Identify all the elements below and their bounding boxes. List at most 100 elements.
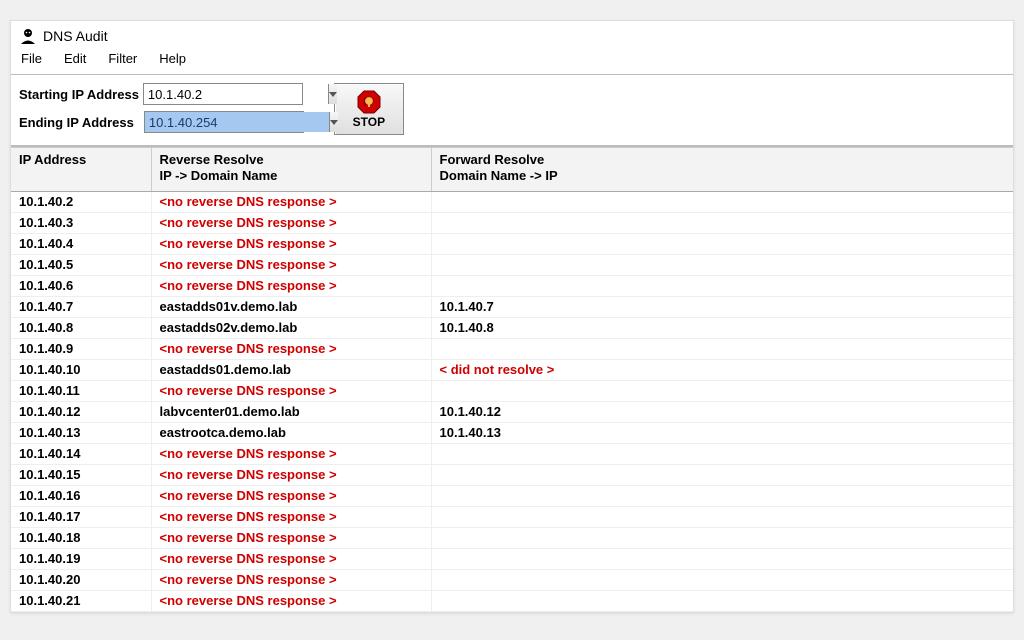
cell-forward [431, 485, 1013, 506]
menubar: File Edit Filter Help [11, 47, 1013, 75]
table-row[interactable]: 10.1.40.3<no reverse DNS response > [11, 212, 1013, 233]
table-row[interactable]: 10.1.40.5<no reverse DNS response > [11, 254, 1013, 275]
table-row[interactable]: 10.1.40.4<no reverse DNS response > [11, 233, 1013, 254]
cell-reverse: <no reverse DNS response > [151, 191, 431, 212]
cell-ip: 10.1.40.17 [11, 506, 151, 527]
table-row[interactable]: 10.1.40.8eastadds02v.demo.lab10.1.40.8 [11, 317, 1013, 338]
stop-button[interactable]: STOP [334, 83, 404, 135]
cell-reverse: <no reverse DNS response > [151, 212, 431, 233]
table-row[interactable]: 10.1.40.18<no reverse DNS response > [11, 527, 1013, 548]
chevron-down-icon[interactable] [328, 84, 337, 104]
cell-forward: 10.1.40.13 [431, 422, 1013, 443]
cell-reverse: eastadds02v.demo.lab [151, 317, 431, 338]
menu-edit[interactable]: Edit [62, 49, 88, 68]
menu-help[interactable]: Help [157, 49, 188, 68]
cell-forward [431, 443, 1013, 464]
cell-ip: 10.1.40.8 [11, 317, 151, 338]
stop-button-label: STOP [353, 115, 385, 129]
cell-ip: 10.1.40.5 [11, 254, 151, 275]
cell-forward: 10.1.40.12 [431, 401, 1013, 422]
cell-forward [431, 338, 1013, 359]
cell-ip: 10.1.40.15 [11, 464, 151, 485]
col-header-forward-sub: Domain Name -> IP [440, 168, 558, 183]
cell-ip: 10.1.40.6 [11, 275, 151, 296]
cell-forward [431, 569, 1013, 590]
starting-ip-label: Starting IP Address [19, 87, 139, 102]
ending-ip-combo[interactable] [144, 111, 304, 133]
cell-ip: 10.1.40.7 [11, 296, 151, 317]
cell-forward [431, 233, 1013, 254]
table-row[interactable]: 10.1.40.20<no reverse DNS response > [11, 569, 1013, 590]
col-header-forward-title: Forward Resolve [440, 152, 545, 167]
table-row[interactable]: 10.1.40.14<no reverse DNS response > [11, 443, 1013, 464]
cell-reverse: labvcenter01.demo.lab [151, 401, 431, 422]
cell-reverse: eastadds01.demo.lab [151, 359, 431, 380]
cell-ip: 10.1.40.12 [11, 401, 151, 422]
col-header-reverse[interactable]: Reverse Resolve IP -> Domain Name [151, 148, 431, 192]
stop-icon [357, 90, 381, 114]
starting-ip-combo[interactable] [143, 83, 303, 105]
table-row[interactable]: 10.1.40.2<no reverse DNS response > [11, 191, 1013, 212]
cell-ip: 10.1.40.4 [11, 233, 151, 254]
col-header-reverse-title: Reverse Resolve [160, 152, 264, 167]
table-row[interactable]: 10.1.40.10eastadds01.demo.lab< did not r… [11, 359, 1013, 380]
cell-reverse: eastadds01v.demo.lab [151, 296, 431, 317]
col-header-reverse-sub: IP -> Domain Name [160, 168, 278, 183]
cell-ip: 10.1.40.11 [11, 380, 151, 401]
ip-range-form: Starting IP Address Ending IP Address [19, 83, 304, 133]
cell-forward [431, 191, 1013, 212]
cell-reverse: <no reverse DNS response > [151, 338, 431, 359]
table-row[interactable]: 10.1.40.15<no reverse DNS response > [11, 464, 1013, 485]
col-header-ip-label: IP Address [19, 152, 86, 167]
titlebar: DNS Audit [11, 21, 1013, 47]
cell-forward [431, 464, 1013, 485]
cell-forward [431, 212, 1013, 233]
toolbar: Starting IP Address Ending IP Address [11, 75, 1013, 147]
ending-ip-input[interactable] [145, 112, 329, 132]
cell-forward [431, 254, 1013, 275]
table-row[interactable]: 10.1.40.9<no reverse DNS response > [11, 338, 1013, 359]
cell-forward [431, 506, 1013, 527]
cell-ip: 10.1.40.20 [11, 569, 151, 590]
ending-ip-label: Ending IP Address [19, 115, 134, 130]
menu-file[interactable]: File [19, 49, 44, 68]
cell-reverse: <no reverse DNS response > [151, 590, 431, 611]
table-row[interactable]: 10.1.40.21<no reverse DNS response > [11, 590, 1013, 611]
table-row[interactable]: 10.1.40.17<no reverse DNS response > [11, 506, 1013, 527]
table-row[interactable]: 10.1.40.7eastadds01v.demo.lab10.1.40.7 [11, 296, 1013, 317]
cell-ip: 10.1.40.21 [11, 590, 151, 611]
app-window: DNS Audit File Edit Filter Help Starting… [10, 20, 1014, 613]
cell-reverse: <no reverse DNS response > [151, 485, 431, 506]
table-row[interactable]: 10.1.40.16<no reverse DNS response > [11, 485, 1013, 506]
cell-reverse: <no reverse DNS response > [151, 506, 431, 527]
cell-reverse: <no reverse DNS response > [151, 464, 431, 485]
app-icon [19, 27, 37, 45]
cell-forward [431, 527, 1013, 548]
col-header-ip[interactable]: IP Address [11, 148, 151, 192]
cell-ip: 10.1.40.14 [11, 443, 151, 464]
cell-reverse: <no reverse DNS response > [151, 275, 431, 296]
table-row[interactable]: 10.1.40.12labvcenter01.demo.lab10.1.40.1… [11, 401, 1013, 422]
table-row[interactable]: 10.1.40.11<no reverse DNS response > [11, 380, 1013, 401]
cell-forward: 10.1.40.7 [431, 296, 1013, 317]
cell-reverse: <no reverse DNS response > [151, 443, 431, 464]
cell-ip: 10.1.40.2 [11, 191, 151, 212]
cell-reverse: <no reverse DNS response > [151, 233, 431, 254]
cell-ip: 10.1.40.19 [11, 548, 151, 569]
table-row[interactable]: 10.1.40.13eastrootca.demo.lab10.1.40.13 [11, 422, 1013, 443]
starting-ip-input[interactable] [144, 84, 328, 104]
table-row[interactable]: 10.1.40.19<no reverse DNS response > [11, 548, 1013, 569]
cell-ip: 10.1.40.13 [11, 422, 151, 443]
cell-forward [431, 275, 1013, 296]
cell-ip: 10.1.40.9 [11, 338, 151, 359]
table-row[interactable]: 10.1.40.6<no reverse DNS response > [11, 275, 1013, 296]
results-table: IP Address Reverse Resolve IP -> Domain … [11, 147, 1013, 612]
menu-filter[interactable]: Filter [106, 49, 139, 68]
cell-reverse: <no reverse DNS response > [151, 527, 431, 548]
cell-reverse: <no reverse DNS response > [151, 254, 431, 275]
col-header-forward[interactable]: Forward Resolve Domain Name -> IP [431, 148, 1013, 192]
app-title: DNS Audit [43, 28, 108, 44]
cell-forward [431, 380, 1013, 401]
cell-forward: < did not resolve > [431, 359, 1013, 380]
chevron-down-icon[interactable] [329, 112, 338, 132]
